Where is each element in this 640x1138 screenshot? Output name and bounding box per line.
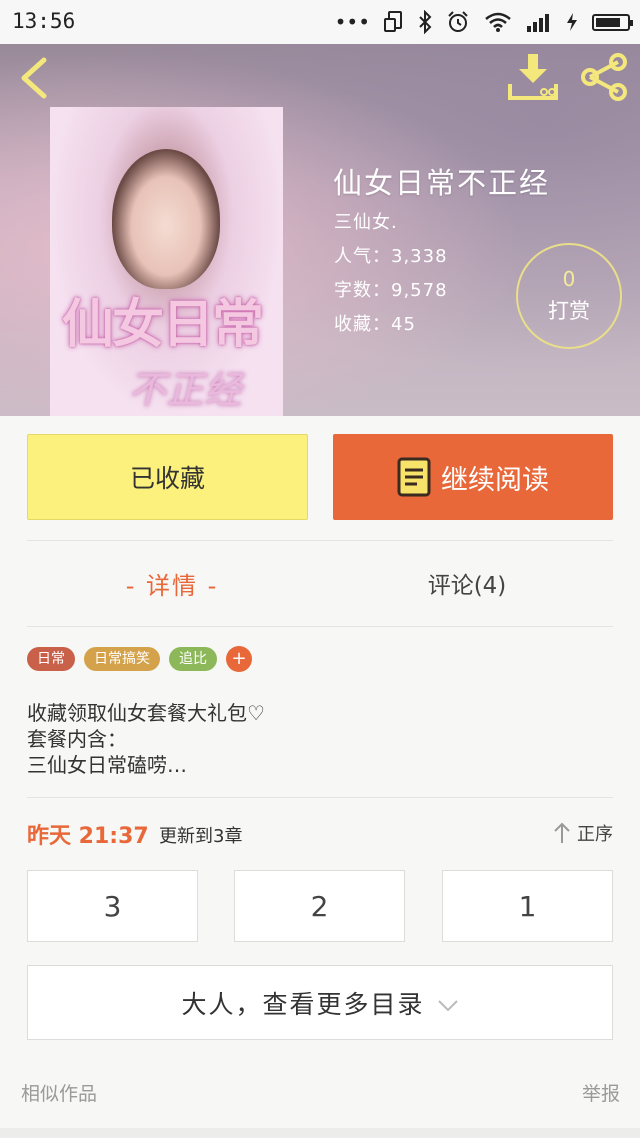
signal-icon	[527, 14, 549, 32]
bottom-strip	[0, 1128, 640, 1138]
charging-icon	[567, 13, 577, 31]
update-time: 昨天 21:37	[27, 824, 149, 849]
more-dots-icon: •••	[334, 10, 370, 34]
share-icon	[581, 53, 627, 101]
more-catalog-label: 大人，查看更多目录	[181, 989, 425, 1019]
download-button[interactable]	[506, 52, 560, 102]
chapter-item[interactable]: 2	[234, 870, 405, 942]
battery-icon	[592, 13, 633, 31]
continue-reading-button[interactable]: 继续阅读	[333, 434, 613, 520]
tip-label: 打赏	[548, 299, 590, 323]
cover-portrait	[112, 149, 220, 289]
update-info: 昨天 21:37 更新到3章 正序	[27, 818, 613, 849]
wifi-icon	[485, 12, 511, 32]
tag-item[interactable]: 日常	[27, 647, 75, 671]
tag-list: 日常 日常搞笑 追比 +	[27, 646, 252, 672]
book-author[interactable]: 三仙女.	[334, 208, 398, 234]
tip-button[interactable]: 0 打赏	[516, 243, 622, 349]
cover-subtitle: 不正经	[128, 368, 243, 412]
continue-reading-label: 继续阅读	[441, 464, 549, 496]
chapter-grid: 3 2 1	[27, 870, 613, 942]
description-line: 三仙女日常磕唠…	[27, 753, 187, 777]
chevron-down-icon	[437, 999, 458, 1011]
cover-title: 仙女日常	[62, 294, 264, 355]
book-title: 仙女日常不正经	[333, 166, 551, 200]
chapter-item[interactable]: 3	[27, 870, 198, 942]
download-icon	[508, 54, 558, 100]
tag-item[interactable]: 日常搞笑	[84, 647, 160, 671]
arrow-up-icon	[554, 822, 570, 843]
status-icons: •••	[334, 8, 633, 36]
more-catalog-button[interactable]: 大人，查看更多目录	[27, 965, 613, 1040]
screen-rotate-icon	[384, 11, 402, 32]
tip-count: 0	[562, 267, 576, 291]
favorited-label: 已收藏	[129, 464, 205, 493]
sort-order-label: 正序	[577, 824, 613, 845]
book-icon	[397, 457, 431, 497]
tag-item[interactable]: 追比	[169, 647, 217, 671]
tab-comments[interactable]: 评论(4)	[322, 566, 612, 600]
book-description[interactable]: 收藏领取仙女套餐大礼包♡ 套餐内含： 三仙女日常磕唠…	[27, 700, 613, 778]
add-tag-button[interactable]: +	[226, 646, 252, 672]
book-favorites: 收藏：45	[334, 314, 416, 335]
share-button[interactable]	[578, 52, 630, 102]
favorited-button[interactable]: 已收藏	[27, 434, 308, 520]
tab-detail[interactable]: - 详情 -	[27, 566, 317, 601]
update-text: 更新到3章	[159, 826, 243, 847]
description-line: 套餐内含：	[27, 727, 127, 751]
status-bar: 13:56 •••	[0, 0, 640, 44]
similar-works-heading: 相似作品	[21, 1083, 98, 1105]
chapter-item[interactable]: 1	[442, 870, 613, 942]
book-word-count: 字数：9,578	[334, 280, 448, 301]
alarm-icon	[448, 11, 468, 32]
book-cover[interactable]: 仙女日常 不正经	[50, 107, 283, 416]
description-line: 收藏领取仙女套餐大礼包♡	[27, 701, 265, 725]
book-detail-page: 13:56 ••• 仙女日常 不正经 仙女日常不正经 三仙女. 人气：3,338…	[0, 0, 640, 1138]
status-time: 13:56	[12, 9, 76, 33]
chevron-left-icon	[21, 57, 47, 99]
sort-order-button[interactable]: 正序	[553, 820, 613, 846]
divider	[27, 626, 613, 627]
report-link[interactable]: 举报	[582, 1079, 620, 1106]
divider	[27, 540, 613, 541]
divider	[27, 797, 613, 798]
back-button[interactable]	[14, 56, 54, 100]
book-popularity: 人气：3,338	[334, 246, 448, 267]
bluetooth-icon	[419, 10, 432, 34]
